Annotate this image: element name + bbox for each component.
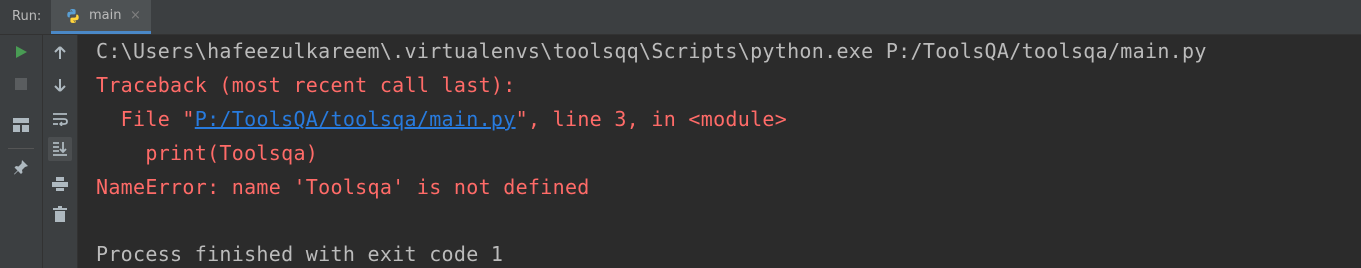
close-tab-icon[interactable]: × [130, 8, 141, 23]
console-actions-toolbar [42, 35, 78, 268]
up-stack-trace-button[interactable] [48, 41, 72, 65]
clear-all-button[interactable] [48, 202, 72, 226]
run-actions-toolbar [0, 35, 42, 268]
play-icon [14, 45, 28, 59]
scroll-to-end-icon [52, 141, 68, 157]
run-label: Run: [12, 9, 42, 24]
console-output[interactable]: C:\Users\hafeezulkareem\.virtualenvs\too… [78, 35, 1361, 268]
rerun-button[interactable] [9, 40, 33, 64]
soft-wrap-icon [52, 112, 68, 126]
toolbar-divider [8, 148, 34, 149]
soft-wrap-button[interactable] [48, 107, 72, 131]
error-message: NameError: name 'Toolsqa' is not defined [96, 175, 590, 199]
file-suffix: ", line 3, in <module> [515, 107, 788, 131]
stop-icon [15, 78, 27, 90]
trash-icon [53, 206, 67, 222]
scroll-to-end-button[interactable] [48, 137, 72, 161]
print-icon [52, 177, 68, 191]
restore-layout-button[interactable] [9, 113, 33, 137]
python-icon [65, 8, 81, 24]
exit-message: Process finished with exit code 1 [96, 242, 504, 266]
traceback-header: Traceback (most recent call last): [96, 73, 516, 97]
pin-icon [13, 159, 29, 175]
tab-main[interactable]: main × [51, 0, 151, 34]
tab-label: main [89, 8, 122, 23]
down-stack-trace-button[interactable] [48, 73, 72, 97]
arrow-up-icon [53, 46, 67, 60]
print-button[interactable] [48, 172, 72, 196]
stop-button[interactable] [9, 72, 33, 96]
command-line: C:\Users\hafeezulkareem\.virtualenvs\too… [96, 39, 1207, 63]
traceback-code-line: print(Toolsqa) [96, 141, 319, 165]
arrow-down-icon [53, 78, 67, 92]
layout-icon [13, 118, 29, 132]
file-link[interactable]: P:/ToolsQA/toolsqa/main.py [195, 107, 516, 131]
pin-tab-button[interactable] [9, 155, 33, 179]
traceback-file-line: File "P:/ToolsQA/toolsqa/main.py", line … [96, 107, 787, 131]
file-prefix: File " [96, 107, 195, 131]
run-toolwindow-header: Run: main × [0, 0, 1361, 35]
